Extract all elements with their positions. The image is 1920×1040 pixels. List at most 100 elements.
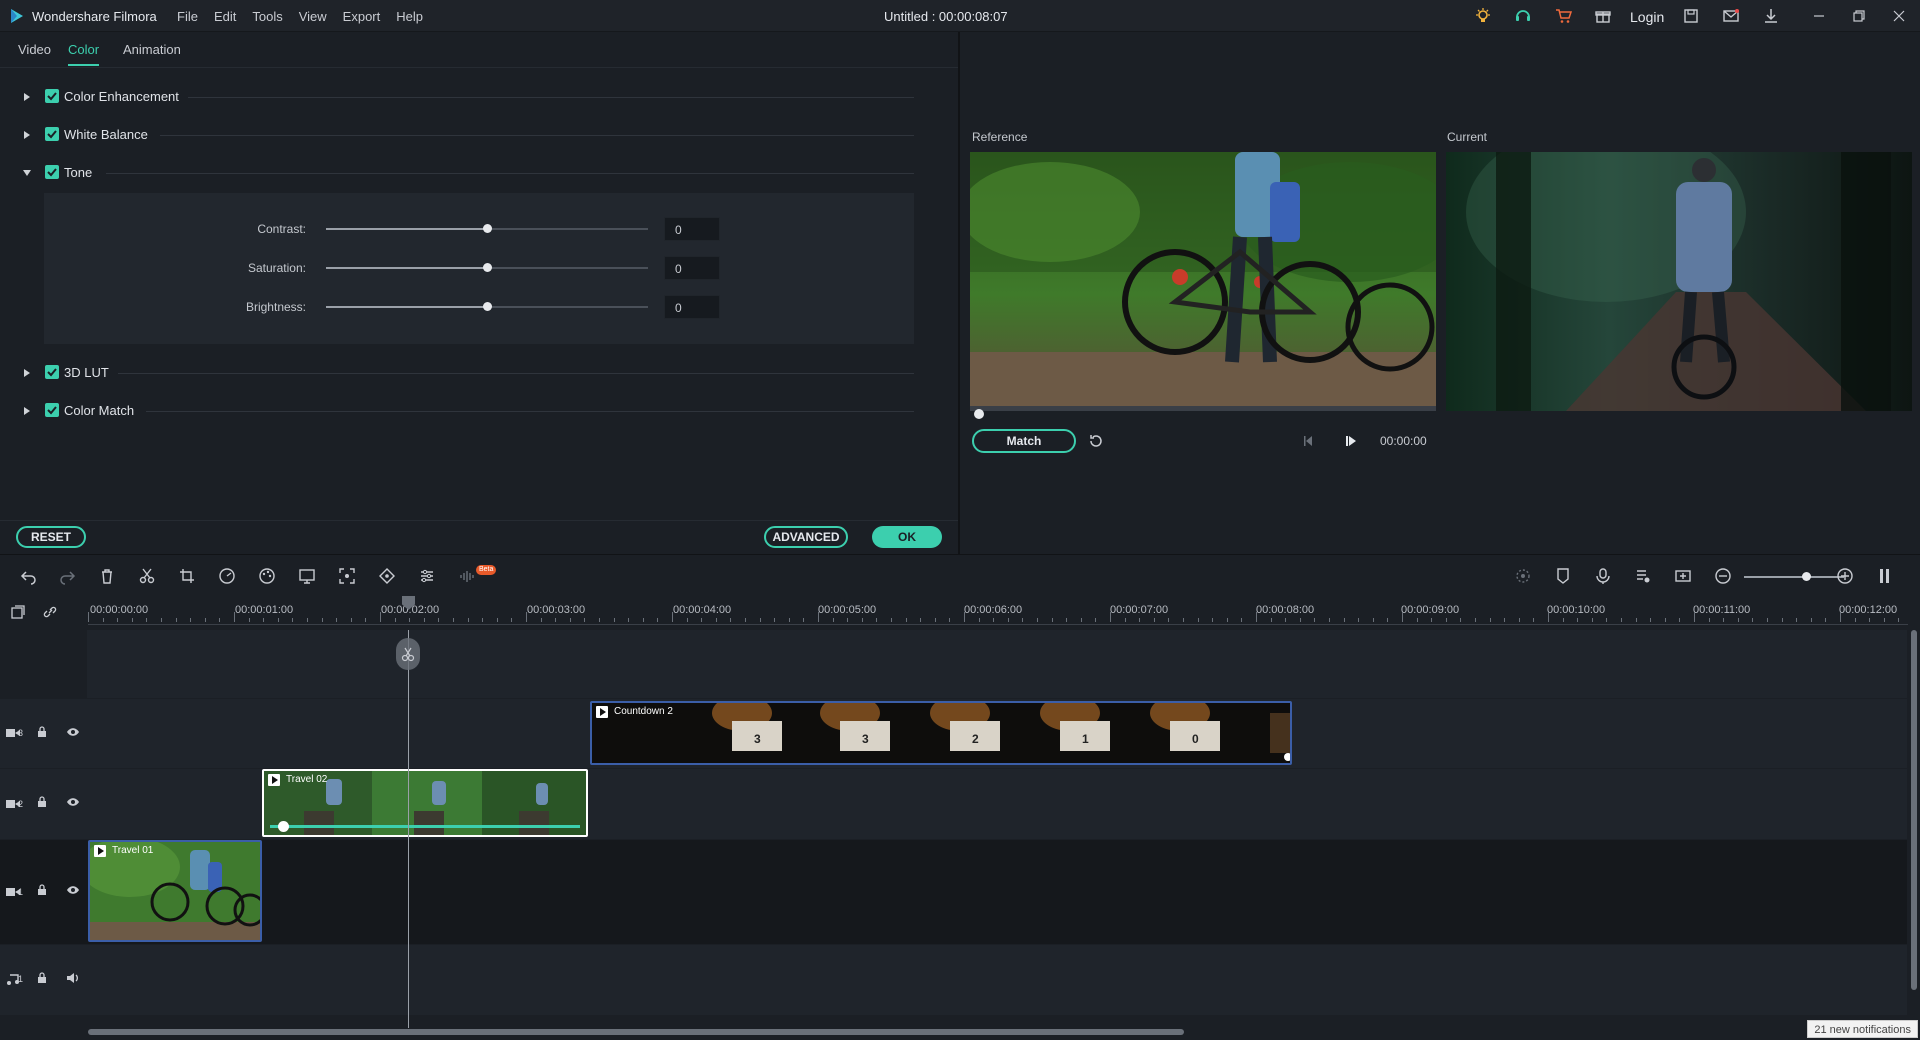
menu-view[interactable]: View [299,9,327,24]
tab-color[interactable]: Color [68,42,100,66]
reset-match-icon[interactable] [1088,433,1104,449]
zoom-in-icon[interactable] [1836,567,1854,585]
section-3d-lut[interactable]: 3D LUT [0,362,920,384]
brightness-value-input[interactable]: 0 [664,295,720,319]
expand-arrow-icon[interactable] [22,368,32,378]
ruler-minor-tick [1153,618,1155,622]
login-link[interactable]: Login [1630,9,1664,25]
color-match-checkbox[interactable] [45,403,59,417]
fade-in-handle[interactable] [278,821,289,832]
close-icon[interactable] [1890,7,1908,25]
section-color-match[interactable]: Color Match [0,400,920,422]
download-icon[interactable] [1762,7,1780,25]
undo-icon[interactable] [20,567,38,585]
color-enhancement-checkbox[interactable] [45,89,59,103]
audio-waveform-icon[interactable] [458,567,476,585]
ruler-minor-tick [891,618,892,622]
cut-icon[interactable] [138,567,156,585]
speed-icon[interactable] [218,567,236,585]
ruler-tick [1694,612,1695,622]
crop-icon[interactable] [178,567,196,585]
stabilize-icon[interactable] [338,567,356,585]
expand-arrow-icon[interactable] [22,92,32,102]
minimize-icon[interactable] [1810,7,1828,25]
expand-arrow-icon[interactable] [22,130,32,140]
render-icon[interactable] [1514,567,1532,585]
snapshot-icon[interactable] [1674,567,1692,585]
expand-arrow-icon[interactable] [22,406,32,416]
contrast-slider-thumb[interactable] [483,224,492,233]
voiceover-icon[interactable] [1634,567,1652,585]
keyframe-icon[interactable] [378,567,396,585]
gift-icon[interactable] [1594,7,1612,25]
microphone-icon[interactable] [1594,567,1612,585]
lock-icon[interactable] [36,884,48,896]
menu-tools[interactable]: Tools [252,9,282,24]
match-button[interactable]: Match [972,429,1076,453]
playhead-line[interactable] [408,630,409,1028]
clip-end-handle[interactable] [1284,753,1290,761]
contrast-value-input[interactable]: 0 [664,217,720,241]
tab-animation[interactable]: Animation [123,42,181,57]
play-icon[interactable] [1344,434,1358,448]
vertical-scrollbar[interactable] [1911,630,1917,990]
mail-icon[interactable] [1722,7,1740,25]
tone-checkbox[interactable] [45,165,59,179]
menu-edit[interactable]: Edit [214,9,236,24]
cart-icon[interactable] [1554,7,1572,25]
menu-help[interactable]: Help [396,9,423,24]
ruler-tick [964,612,965,622]
previous-frame-icon[interactable] [1302,434,1316,448]
reset-button[interactable]: RESET [16,526,86,548]
ruler-minor-tick [613,618,615,622]
menu-file[interactable]: File [177,9,198,24]
eye-icon[interactable] [66,884,80,896]
divider [118,373,914,374]
zoom-slider-track[interactable] [1744,576,1844,578]
restore-icon[interactable] [1850,7,1868,25]
saturation-slider-thumb[interactable] [483,263,492,272]
scissors-icon[interactable] [401,646,415,662]
ruler-minor-tick [1416,618,1418,622]
menu-export[interactable]: Export [343,9,381,24]
zoom-out-icon[interactable] [1714,567,1732,585]
timeline-ruler[interactable]: 00:00:00:00 00:00:01:00 00:00:02:00 00:0… [0,594,1920,630]
notification-toast[interactable]: 21 new notifications [1807,1020,1918,1038]
saturation-value-input[interactable]: 0 [664,256,720,280]
advanced-button[interactable]: ADVANCED [764,526,848,548]
section-color-enhancement[interactable]: Color Enhancement [0,86,920,108]
section-white-balance[interactable]: White Balance [0,124,920,146]
white-balance-checkbox[interactable] [45,127,59,141]
lut-checkbox[interactable] [45,365,59,379]
section-tone[interactable]: Tone [0,162,920,184]
redo-icon[interactable] [58,567,76,585]
brightness-slider-thumb[interactable] [483,302,492,311]
horizontal-scrollbar[interactable] [88,1029,1184,1035]
collapse-arrow-icon[interactable] [22,168,32,178]
marker-icon[interactable] [1554,567,1572,585]
tab-video[interactable]: Video [18,42,51,57]
clip-travel-01[interactable]: Travel 01 [88,840,262,942]
clip-title: Travel 02 [286,774,328,785]
eye-icon[interactable] [66,726,80,738]
color-palette-icon[interactable] [258,567,276,585]
pause-layout-icon[interactable] [1876,567,1894,585]
headset-support-icon[interactable] [1514,7,1532,25]
clip-countdown[interactable]: 3 3 2 1 0 Countdown 2 [590,701,1292,765]
reference-scrubber-thumb[interactable] [974,409,984,419]
speaker-icon[interactable] [66,972,80,984]
lightbulb-icon[interactable] [1474,7,1492,25]
zoom-slider-thumb[interactable] [1802,572,1811,581]
adjust-icon[interactable] [418,567,436,585]
lock-icon[interactable] [36,726,48,738]
lock-icon[interactable] [36,796,48,808]
ok-button[interactable]: OK [872,526,942,548]
green-screen-icon[interactable] [298,567,316,585]
clip-travel-02[interactable]: Travel 02 [262,769,588,837]
eye-icon[interactable] [66,796,80,808]
lock-icon[interactable] [36,972,48,984]
divider [188,97,914,98]
ruler-minor-tick [1489,618,1491,622]
save-icon[interactable] [1682,7,1700,25]
delete-icon[interactable] [98,567,116,585]
